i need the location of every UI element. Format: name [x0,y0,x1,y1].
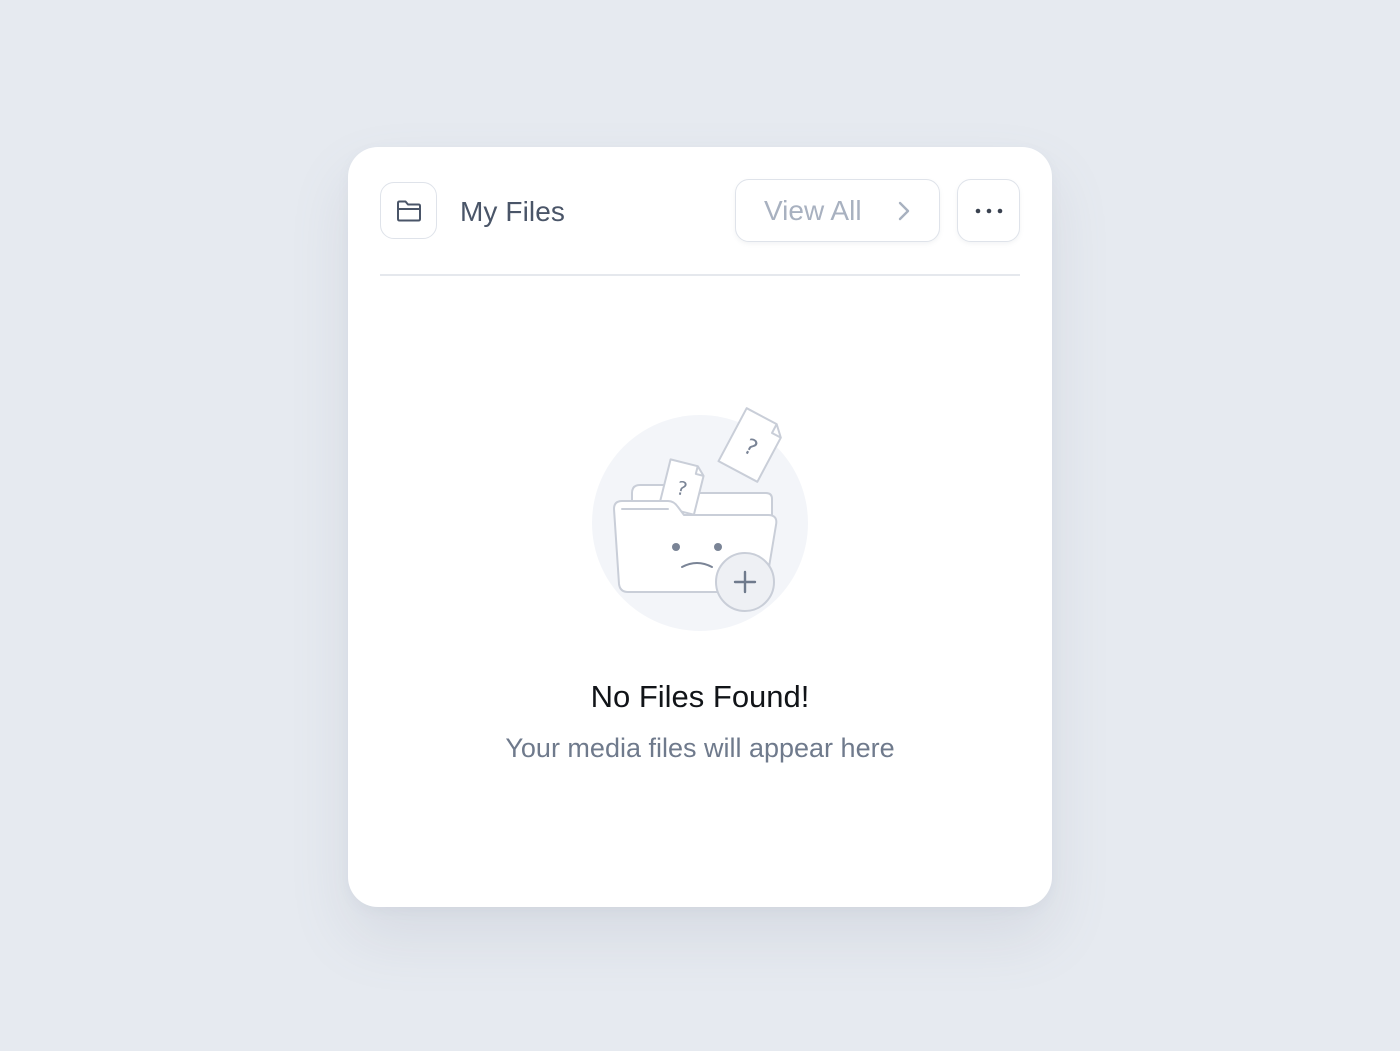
chevron-right-icon [898,201,910,221]
header-divider [380,274,1020,276]
ellipsis-horizontal-icon [975,208,1002,213]
empty-state-title: No Files Found! [590,679,810,714]
view-all-label: View All [764,194,862,226]
empty-state-subtitle: Your media files will appear here [505,733,895,763]
folder-icon [396,200,421,221]
more-options-button[interactable] [957,179,1020,242]
sad-folder-illustration: ? ? [592,407,808,631]
files-card: My Files View All ? ? No Files Found! Yo… [348,147,1052,907]
view-all-button[interactable]: View All [735,179,940,242]
card-title: My Files [460,196,566,227]
folder-icon-box [380,182,437,239]
card-header: My Files View All [380,179,1020,243]
